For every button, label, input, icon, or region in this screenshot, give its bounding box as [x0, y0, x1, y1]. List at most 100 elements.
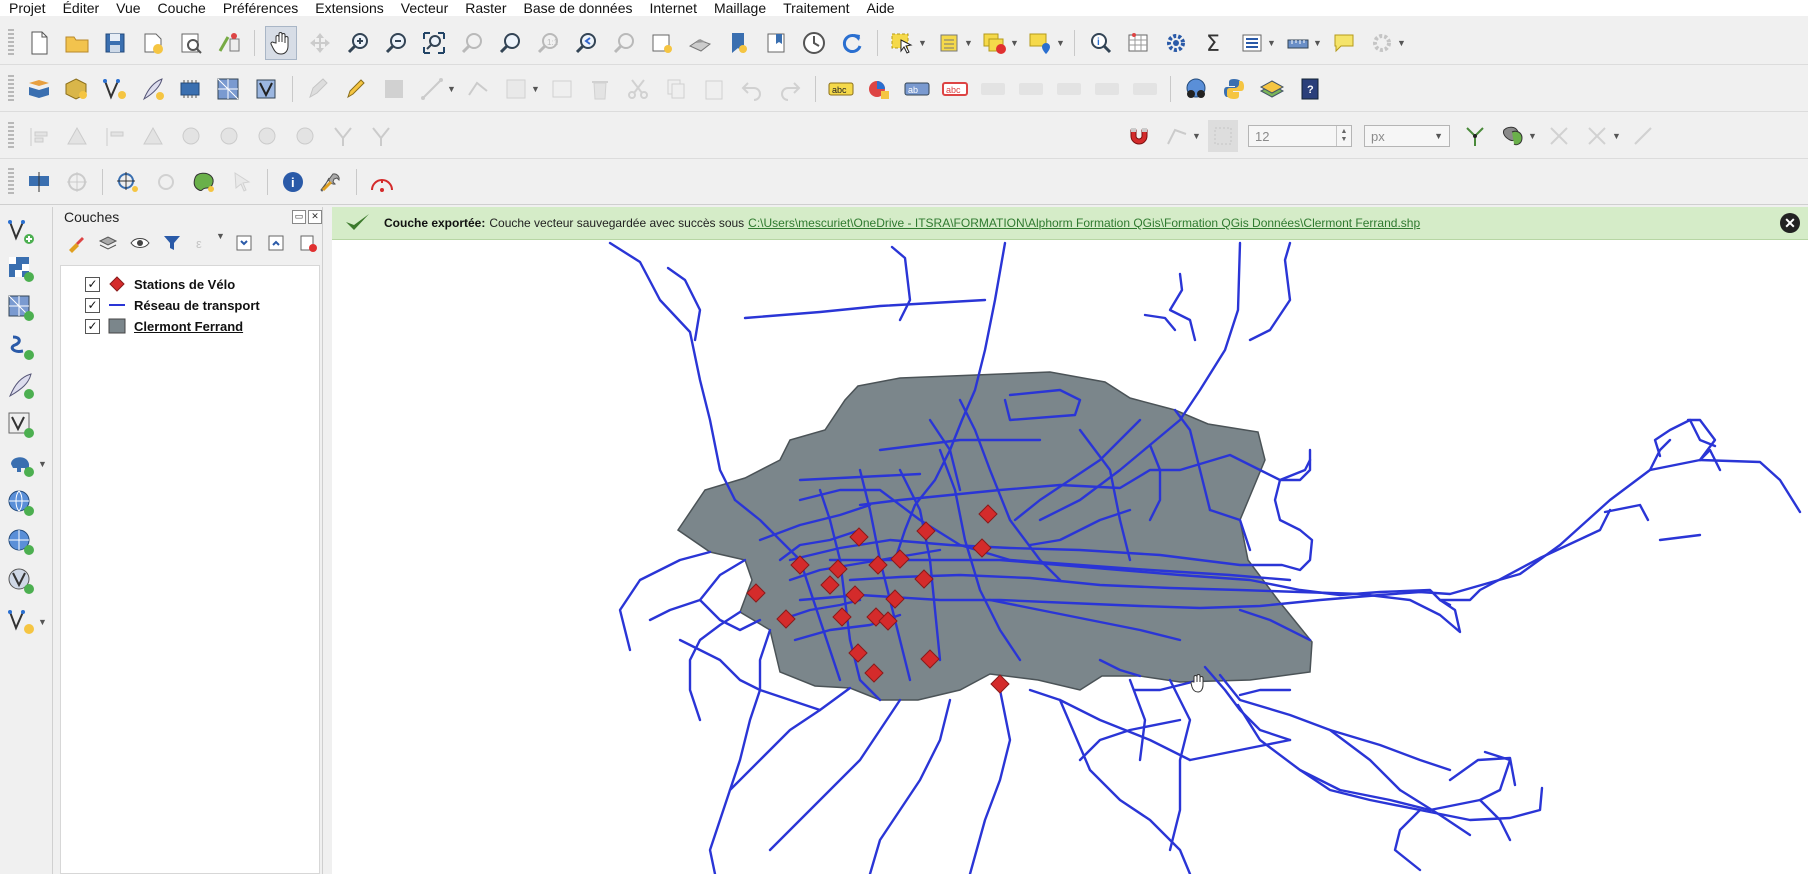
digitize-button[interactable] — [417, 73, 447, 105]
float-panel-button[interactable]: ▭ — [292, 210, 306, 224]
cursor-tool-button[interactable] — [227, 166, 257, 198]
select-location-button[interactable] — [1026, 27, 1056, 59]
split-features-button[interactable] — [328, 120, 358, 152]
zoom-in-button[interactable] — [343, 27, 373, 59]
new-spatial-bookmark-button[interactable] — [723, 27, 753, 59]
new-geopackage-button[interactable] — [62, 73, 92, 105]
modify-attributes-button[interactable] — [501, 73, 531, 105]
pin-unpin-labels-button[interactable]: abc — [940, 73, 970, 105]
toolbar-grip[interactable] — [8, 168, 14, 196]
snapping-mode-button[interactable] — [1162, 120, 1192, 152]
new-virtual-layer-button[interactable] — [176, 73, 206, 105]
add-vector-layer-button[interactable] — [6, 215, 36, 247]
select-value-dropdown[interactable]: ▼ — [964, 38, 973, 48]
delete-selected-button[interactable] — [585, 73, 615, 105]
layer-labeling-button[interactable]: abc — [826, 73, 856, 105]
measure-angle-button[interactable] — [367, 166, 397, 198]
save-project-button[interactable] — [100, 27, 130, 59]
quickmapservices-button[interactable] — [1181, 73, 1211, 105]
panel-splitter[interactable] — [324, 207, 332, 874]
snapping-type-button[interactable] — [1208, 120, 1238, 152]
new-layer-dropdown[interactable]: ▼ — [38, 617, 47, 627]
toggle-editing-button[interactable] — [341, 73, 371, 105]
close-message-button[interactable]: ✕ — [1780, 213, 1800, 233]
align-button[interactable] — [24, 120, 54, 152]
copy-features-button[interactable] — [661, 73, 691, 105]
intersection-dropdown[interactable]: ▼ — [1528, 131, 1537, 141]
select-features-button[interactable] — [888, 27, 918, 59]
add-wms-layer-button[interactable] — [6, 487, 36, 519]
menu-extensions[interactable]: Extensions — [306, 0, 391, 16]
add-group-button[interactable] — [96, 231, 120, 255]
message-file-link[interactable]: C:\Users\mescuriet\OneDrive - ITSRA\FORM… — [748, 216, 1420, 230]
toolbar-grip[interactable] — [8, 122, 14, 150]
add-postgis-button[interactable] — [6, 448, 36, 480]
python-console-button[interactable] — [1219, 73, 1249, 105]
menu-projet[interactable]: Projet — [0, 0, 54, 16]
new-project-button[interactable] — [24, 27, 54, 59]
change-label-button[interactable] — [1092, 73, 1122, 105]
toolbar-grip[interactable] — [8, 75, 14, 103]
menu-internet[interactable]: Internet — [640, 0, 704, 16]
layer-visibility-checkbox[interactable]: ✓ — [85, 297, 100, 313]
menu-maillage[interactable]: Maillage — [705, 0, 774, 16]
layer-item-stations[interactable]: ✓ Stations de Vélo — [85, 274, 235, 294]
save-edits-button[interactable] — [379, 73, 409, 105]
save-as-button[interactable] — [138, 27, 168, 59]
add-raster-layer-button[interactable] — [6, 253, 36, 285]
deselect-dropdown[interactable]: ▼ — [1010, 38, 1019, 48]
show-bookmarks-button[interactable] — [761, 27, 791, 59]
add-wfs-layer-button[interactable] — [6, 526, 36, 558]
manage-map-themes-button[interactable] — [128, 231, 152, 255]
style-manager-button[interactable] — [214, 27, 244, 59]
filter-expression-button[interactable]: ε — [192, 231, 216, 255]
layer-diagram-button[interactable] — [864, 73, 894, 105]
paste-features-button[interactable] — [699, 73, 729, 105]
attribute-form-dropdown[interactable]: ▼ — [1267, 38, 1276, 48]
highlight-pinned-labels-button[interactable]: ab — [902, 73, 932, 105]
measure-line-button[interactable] — [1283, 27, 1313, 59]
map-tips-button[interactable] — [1329, 27, 1359, 59]
snapping-units-select[interactable]: px ▼ — [1364, 125, 1450, 147]
snapping-mode-dropdown[interactable]: ▼ — [1192, 131, 1201, 141]
measure-dropdown[interactable]: ▼ — [1313, 38, 1322, 48]
plugin-settings-button[interactable] — [1367, 27, 1397, 59]
digitize-dropdown[interactable]: ▼ — [447, 84, 456, 94]
zoom-next-button[interactable] — [609, 27, 639, 59]
info-button[interactable]: i — [278, 166, 308, 198]
delete-part-button[interactable] — [214, 120, 244, 152]
delete-ring-button[interactable] — [176, 120, 206, 152]
add-virtual-layer-button[interactable] — [6, 409, 36, 441]
menu-base-de-donnees[interactable]: Base de données — [515, 0, 641, 16]
layer-visibility-checkbox[interactable]: ✓ — [85, 318, 100, 334]
new-mesh-layer-button[interactable] — [214, 73, 244, 105]
layer-item-reseau[interactable]: ✓ Réseau de transport — [85, 295, 260, 315]
filter-expression-dropdown[interactable]: ▼ — [216, 231, 225, 255]
select-by-value-button[interactable] — [934, 27, 964, 59]
menu-editer[interactable]: Éditer — [54, 0, 108, 16]
add-mesh-layer-button[interactable] — [6, 292, 36, 324]
fill-ring-button[interactable] — [138, 120, 168, 152]
label-properties-button[interactable] — [1130, 73, 1160, 105]
attribute-form-button[interactable] — [1237, 27, 1267, 59]
layer-visibility-checkbox[interactable]: ✓ — [85, 276, 100, 292]
offset-curve-button[interactable] — [290, 120, 320, 152]
identify-features-button[interactable]: i — [1085, 27, 1115, 59]
menu-aide[interactable]: Aide — [858, 0, 903, 16]
spin-arrows[interactable]: ▲ ▼ — [1336, 126, 1351, 146]
new-vector-tile-button[interactable] — [252, 73, 282, 105]
menu-vue[interactable]: Vue — [107, 0, 148, 16]
redo-button[interactable] — [775, 73, 805, 105]
open-project-button[interactable] — [62, 27, 92, 59]
open-layer-styling-button[interactable] — [64, 231, 88, 255]
select-location-dropdown[interactable]: ▼ — [1056, 38, 1065, 48]
shape-tools-button[interactable] — [189, 166, 219, 198]
new-map-view-button[interactable] — [647, 27, 677, 59]
add-part-button[interactable] — [100, 120, 130, 152]
deselect-features-button[interactable] — [980, 27, 1010, 59]
snap-invisible-dropdown[interactable]: ▼ — [1612, 131, 1621, 141]
snapping-intersection-button[interactable] — [1498, 120, 1528, 152]
layer-item-clermont[interactable]: ✓ Clermont Ferrand — [85, 316, 243, 336]
enable-snapping-button[interactable] — [1124, 120, 1154, 152]
topological-editing-button[interactable] — [1460, 120, 1490, 152]
